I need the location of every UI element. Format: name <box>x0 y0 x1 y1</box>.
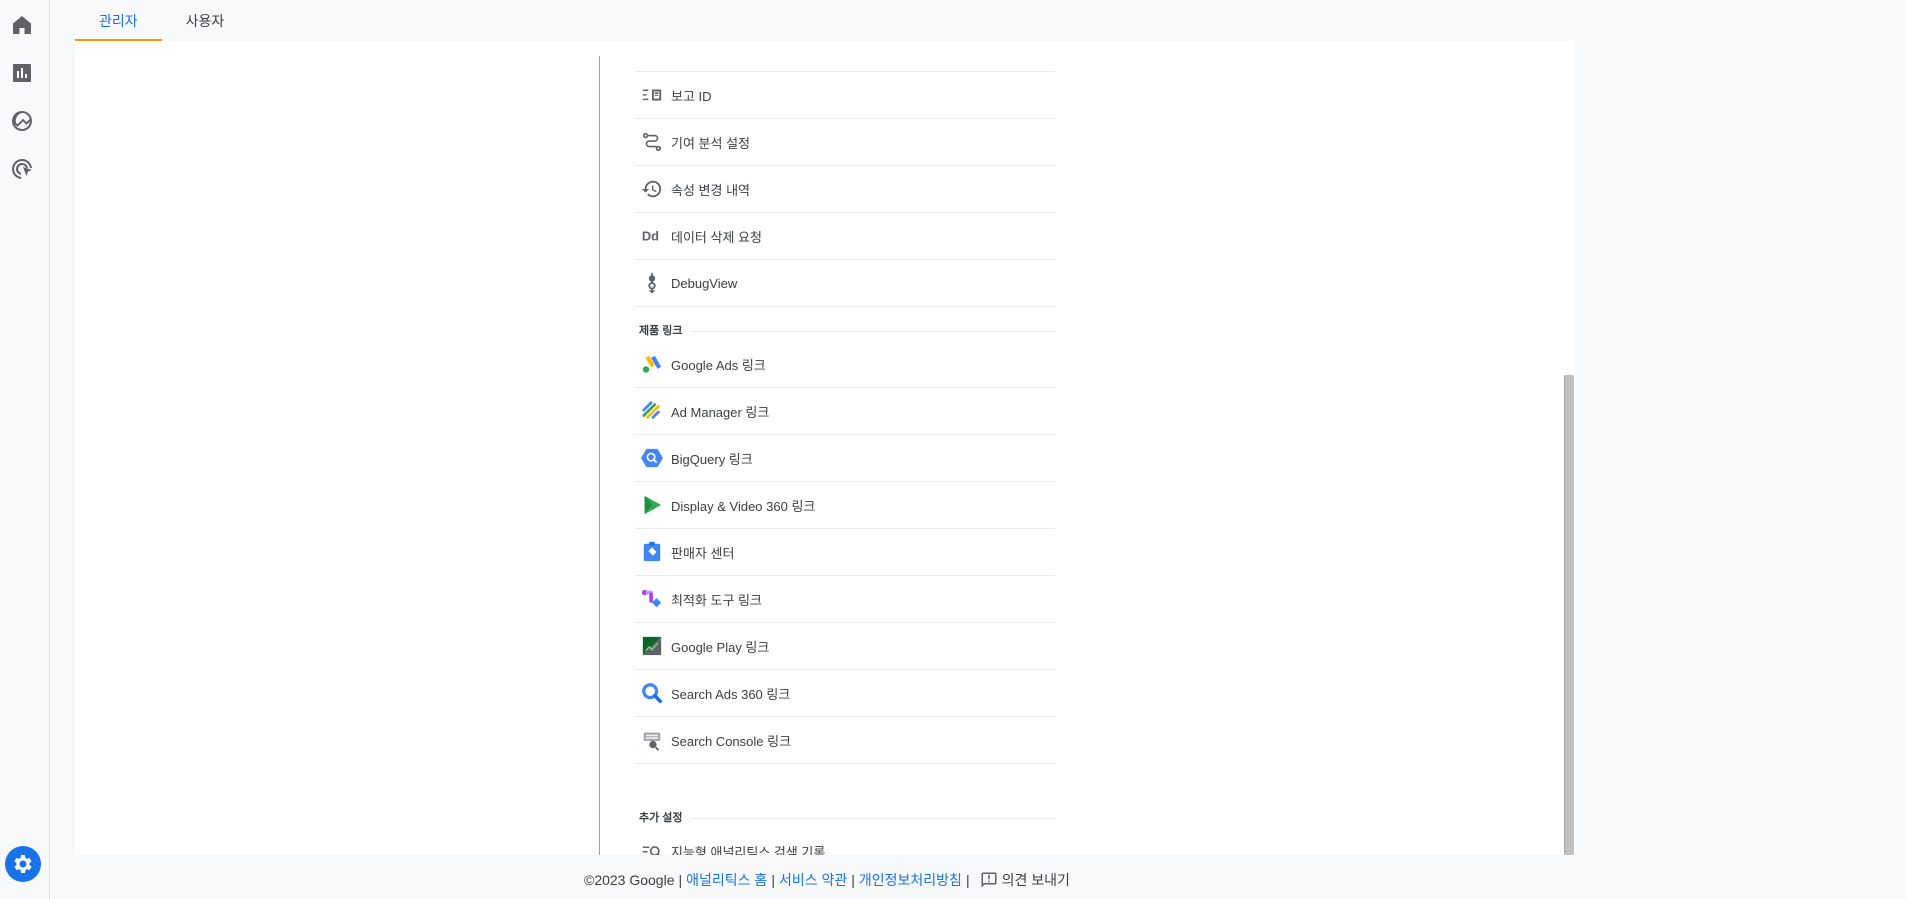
menu-item-google-play-link[interactable]: Google Play 링크 <box>635 623 1055 670</box>
menu-item-search-history[interactable]: 지능형 애널리틱스 검색 기록 <box>635 828 1055 855</box>
google-play-icon <box>639 633 665 659</box>
menu-item-bigquery-link[interactable]: BigQuery 링크 <box>635 435 1055 482</box>
menu-item-label: 최적화 도구 링크 <box>671 592 762 608</box>
menu-item-label: 데이터 삭제 요청 <box>671 229 762 245</box>
menu-item-change-history[interactable]: 속성 변경 내역 <box>635 166 1055 213</box>
section-title: 추가 설정 <box>639 812 683 824</box>
history-icon <box>639 176 665 202</box>
copyright-text: ©2023 Google <box>584 872 675 888</box>
advertising-icon[interactable] <box>9 156 35 182</box>
footer-separator: | <box>771 872 775 888</box>
explore-icon[interactable] <box>9 108 35 134</box>
analytics-home-link[interactable]: 애널리틱스 홈 <box>686 870 767 890</box>
menu-item-reporting-id[interactable]: 보고 ID <box>635 72 1055 119</box>
search-ads-360-icon <box>639 680 665 706</box>
footer: ©2023 Google | 애널리틱스 홈 | 서비스 약관 | 개인정보처리… <box>584 870 1070 890</box>
admin-settings-button[interactable] <box>5 846 41 882</box>
menu-item-label: Display & Video 360 링크 <box>671 498 816 514</box>
ad-manager-icon <box>639 398 665 424</box>
terms-of-service-link[interactable]: 서비스 약관 <box>779 870 847 890</box>
menu-item-attribution-settings[interactable]: 기여 분석 설정 <box>635 119 1055 166</box>
menu-item-debugview[interactable]: DebugView <box>635 260 1055 307</box>
bigquery-icon <box>639 445 665 471</box>
menu-item-search-console-link[interactable]: Search Console 링크 <box>635 717 1055 764</box>
property-settings-menu: 보고 ID 기여 분석 설정 속성 변경 내역 Dd 데이터 삭제 요청 Deb… <box>635 71 1055 855</box>
menu-item-label: Google Play 링크 <box>671 639 770 655</box>
menu-item-merchant-center[interactable]: 판매자 센터 <box>635 529 1055 576</box>
menu-item-label: Search Console 링크 <box>671 733 792 749</box>
send-feedback-button[interactable]: 의견 보내기 <box>974 870 1070 890</box>
section-title: 제품 링크 <box>639 325 683 337</box>
search-history-icon <box>639 839 665 855</box>
menu-item-label: 속성 변경 내역 <box>671 182 750 198</box>
reporting-id-icon <box>639 82 665 108</box>
menu-item-label: 판매자 센터 <box>671 545 735 561</box>
menu-item-data-deletion[interactable]: Dd 데이터 삭제 요청 <box>635 213 1055 260</box>
menu-item-label: Ad Manager 링크 <box>671 404 770 420</box>
section-divider <box>690 330 1055 332</box>
menu-item-search-ads-360-link[interactable]: Search Ads 360 링크 <box>635 670 1055 717</box>
menu-item-label: 기여 분석 설정 <box>671 135 750 151</box>
column-divider <box>599 56 600 855</box>
attribution-icon <box>639 129 665 155</box>
left-nav-rail <box>0 0 50 899</box>
scrollbar-thumb[interactable] <box>1564 375 1574 855</box>
menu-item-ad-manager-link[interactable]: Ad Manager 링크 <box>635 388 1055 435</box>
reports-icon[interactable] <box>9 60 35 86</box>
footer-separator: | <box>678 872 683 888</box>
menu-item-optimize-link[interactable]: 최적화 도구 링크 <box>635 576 1055 623</box>
svg-text:Dd: Dd <box>642 229 659 244</box>
dv360-icon <box>639 492 665 518</box>
footer-separator: | <box>851 872 855 888</box>
home-icon[interactable] <box>9 12 35 38</box>
tab-admin[interactable]: 관리자 <box>75 0 162 41</box>
debugview-icon <box>639 270 665 296</box>
admin-tabs: 관리자 사용자 <box>75 0 248 41</box>
google-ads-icon <box>639 351 665 377</box>
menu-item-label: BigQuery 링크 <box>671 451 753 467</box>
data-deletion-icon: Dd <box>639 223 665 249</box>
section-divider <box>690 817 1055 819</box>
merchant-center-icon <box>639 539 665 565</box>
menu-item-label: 보고 ID <box>671 88 712 104</box>
feedback-icon <box>980 871 998 889</box>
menu-item-label: Google Ads 링크 <box>671 357 766 373</box>
section-additional-settings: 추가 설정 <box>635 806 1055 828</box>
menu-item-dv360-link[interactable]: Display & Video 360 링크 <box>635 482 1055 529</box>
menu-item-label: 지능형 애널리틱스 검색 기록 <box>671 845 826 855</box>
privacy-policy-link[interactable]: 개인정보처리방침 <box>859 870 962 890</box>
menu-item-label: Search Ads 360 링크 <box>671 686 791 702</box>
search-console-icon <box>639 727 665 753</box>
section-product-links: 제품 링크 <box>635 319 1055 341</box>
gear-icon <box>14 855 32 873</box>
feedback-label: 의견 보내기 <box>1001 872 1070 888</box>
optimize-icon <box>639 586 665 612</box>
menu-item-label: DebugView <box>671 275 738 291</box>
tab-user[interactable]: 사용자 <box>162 0 249 41</box>
admin-content-panel: 보고 ID 기여 분석 설정 속성 변경 내역 Dd 데이터 삭제 요청 Deb… <box>75 41 1575 855</box>
footer-separator: | <box>965 872 970 888</box>
menu-item-google-ads-link[interactable]: Google Ads 링크 <box>635 341 1055 388</box>
